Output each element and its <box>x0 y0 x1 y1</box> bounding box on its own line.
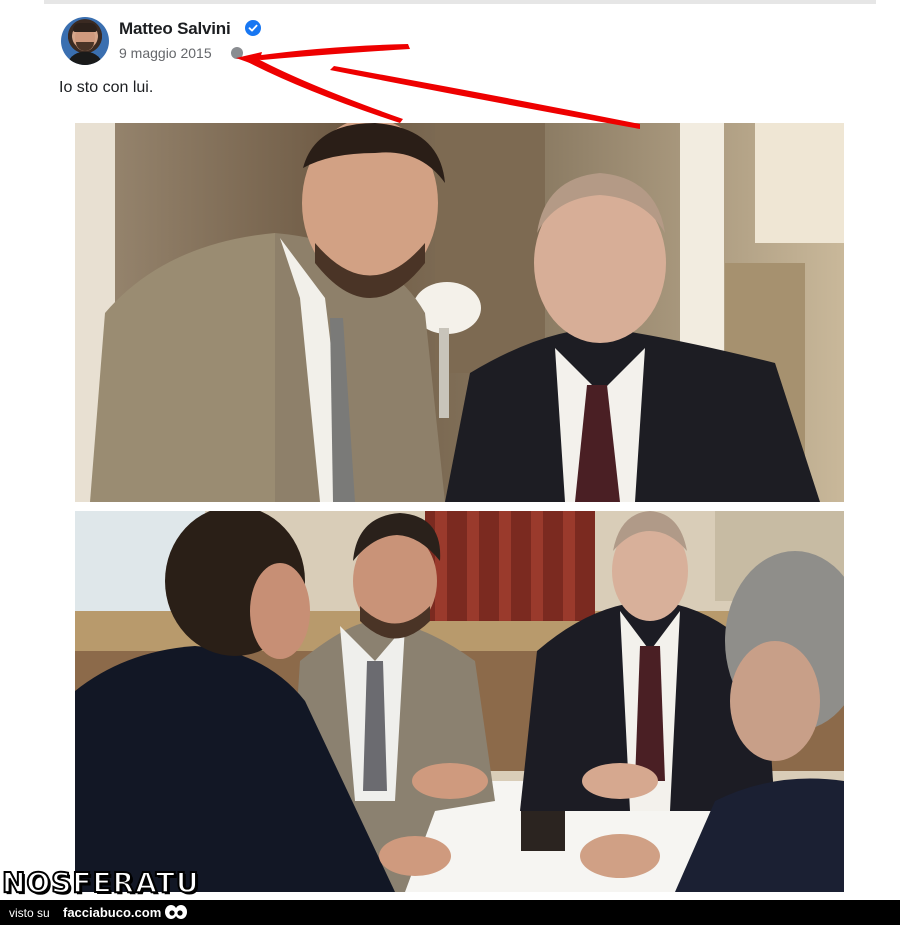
photo-bottom-scene <box>75 511 844 892</box>
post-photo-bottom[interactable] <box>75 511 844 892</box>
footer-site-link[interactable]: facciabuco.com <box>63 905 161 920</box>
footer-seen-on: visto su <box>9 906 50 920</box>
eyes-icon <box>165 905 187 919</box>
post-screenshot: Matteo Salvini 9 maggio 2015 Io sto con … <box>0 0 900 925</box>
author-avatar[interactable] <box>61 17 109 65</box>
avatar-shirt <box>67 52 103 65</box>
author-name-link[interactable]: Matteo Salvini <box>119 19 231 39</box>
post-text: Io sto con lui. <box>59 79 154 96</box>
post-date-link[interactable]: 9 maggio 2015 <box>119 45 212 61</box>
avatar-hair <box>73 23 97 32</box>
globe-icon <box>231 47 243 59</box>
verified-badge-icon <box>245 20 261 36</box>
photo-top-scene <box>75 123 844 502</box>
post-top-divider <box>44 0 876 4</box>
watermark-nosferatu: NOSFERATU <box>1 865 200 900</box>
post-photo-top[interactable] <box>75 123 844 502</box>
